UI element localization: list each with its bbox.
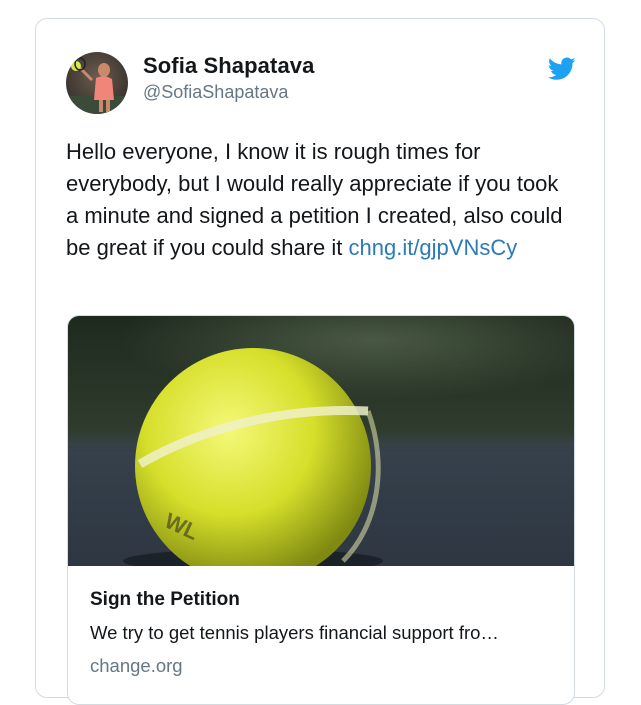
author-name[interactable]: Sofia Shapatava xyxy=(143,53,314,79)
card-title[interactable]: Sign the Petition xyxy=(90,589,240,611)
tweet-text: Hello everyone, I know it is rough times… xyxy=(66,136,576,264)
tweet-card: Sofia Shapatava @SofiaShapatava Hello ev… xyxy=(35,18,605,705)
twitter-bird-icon[interactable] xyxy=(547,57,576,81)
author-handle[interactable]: @SofiaShapatava xyxy=(143,82,288,103)
author-avatar[interactable] xyxy=(66,52,128,114)
link-preview-card[interactable]: WL Sign the Petition We try to get tenni… xyxy=(67,315,575,705)
tweet-link[interactable]: chng.it/gjpVNsCy xyxy=(349,235,518,260)
card-description: We try to get tennis players financial s… xyxy=(90,622,499,643)
tennis-ball-photo[interactable]: WL xyxy=(68,316,574,584)
tennis-player-avatar-icon xyxy=(66,52,128,114)
card-domain: change.org xyxy=(90,655,183,676)
